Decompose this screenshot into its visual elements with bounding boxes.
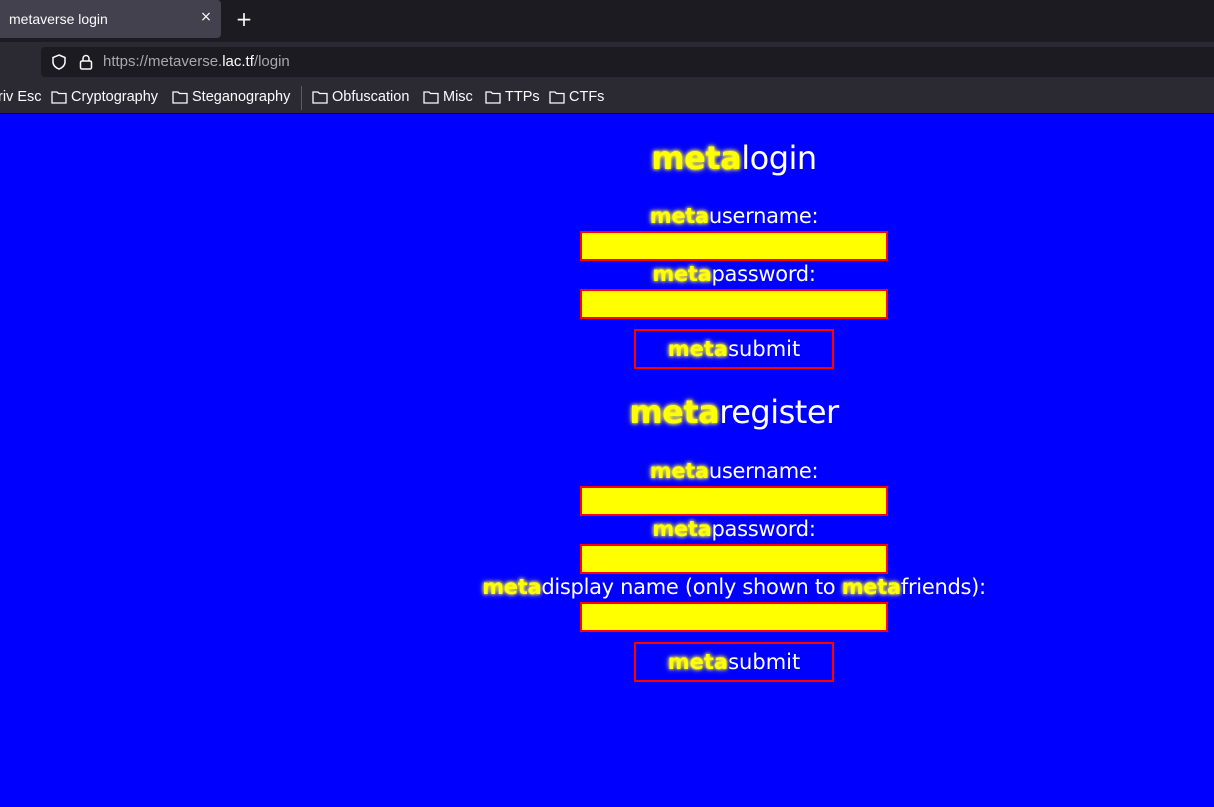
bookmark-ctfs[interactable]: CTFs [549,89,604,105]
bookmark-separator [301,86,302,110]
heading-text: register [719,393,839,431]
register-password-input[interactable] [580,544,888,574]
meta-prefix: meta [651,139,742,177]
register-password-label: metapassword: [0,517,1214,541]
url-path: /login [253,53,290,70]
folder-icon [172,91,188,104]
label-text: friends): [900,575,986,599]
login-password-label: metapassword: [0,262,1214,286]
folder-icon [423,91,439,104]
meta-prefix: meta [667,650,729,674]
shield-icon[interactable] [51,54,67,70]
bookmark-label: Obfuscation [332,89,410,105]
heading-text: login [741,139,817,177]
bookmark-steganography[interactable]: Steganography [172,89,290,105]
folder-icon [485,91,501,104]
url-bar[interactable]: https://metaverse.lac.tf/login [41,47,1214,77]
login-username-label: metausername: [0,204,1214,228]
bookmarks-bar: riv Esc Cryptography Steganography Obfus… [0,82,1214,114]
bookmark-label: riv Esc [0,89,42,105]
url-prefix: https://metaverse. [103,53,223,70]
label-text: password: [711,517,816,541]
bookmark-label: TTPs [505,89,540,105]
folder-icon [312,91,328,104]
folder-icon [549,91,565,104]
meta-prefix: meta [482,575,542,599]
register-submit-button[interactable]: metasubmit [634,642,834,682]
lock-icon[interactable] [78,53,94,71]
register-username-input[interactable] [580,486,888,516]
url-text[interactable]: https://metaverse.lac.tf/login [103,53,290,70]
bookmark-ttps[interactable]: TTPs [485,89,540,105]
meta-prefix: meta [841,575,901,599]
folder-icon [51,91,67,104]
login-password-input[interactable] [580,289,888,319]
bookmark-cryptography[interactable]: Cryptography [51,89,158,105]
new-tab-button[interactable]: + [233,8,255,30]
bookmark-label: Steganography [192,89,291,105]
bookmark-label: CTFs [569,89,605,105]
bookmark-priv-esc[interactable]: riv Esc [0,89,42,105]
tab-title: metaverse login [9,11,108,27]
meta-prefix: meta [649,459,709,483]
meta-prefix: meta [667,337,729,361]
bookmark-obfuscation[interactable]: Obfuscation [312,89,409,105]
nav-bar: https://metaverse.lac.tf/login [0,42,1214,82]
meta-prefix: meta [649,204,709,228]
register-heading: metaregister [0,393,1214,431]
bookmark-label: Misc [443,89,473,105]
bookmark-misc[interactable]: Misc [423,89,473,105]
login-heading: metalogin [0,139,1214,177]
label-text: username: [708,204,819,228]
register-display-name-input[interactable] [580,602,888,632]
tab-bar: metaverse login × + [0,0,1214,42]
register-username-label: metausername: [0,459,1214,483]
login-username-input[interactable] [580,231,888,261]
label-text: display name (only shown to [541,575,842,599]
login-submit-button[interactable]: metasubmit [634,329,834,369]
page-content: metalogin metausername: metapassword: me… [0,114,1214,807]
meta-prefix: meta [652,262,712,286]
label-text: username: [708,459,819,483]
url-host: lac.tf [222,53,254,70]
tab-metaverse-login[interactable]: metaverse login × [0,0,221,38]
close-icon[interactable]: × [198,9,214,27]
register-display-name-label: metadisplay name (only shown to metafrie… [0,575,1214,599]
button-text: submit [728,337,801,361]
button-text: submit [728,650,801,674]
bookmark-label: Cryptography [71,89,159,105]
meta-prefix: meta [629,393,720,431]
label-text: password: [711,262,816,286]
meta-prefix: meta [652,517,712,541]
